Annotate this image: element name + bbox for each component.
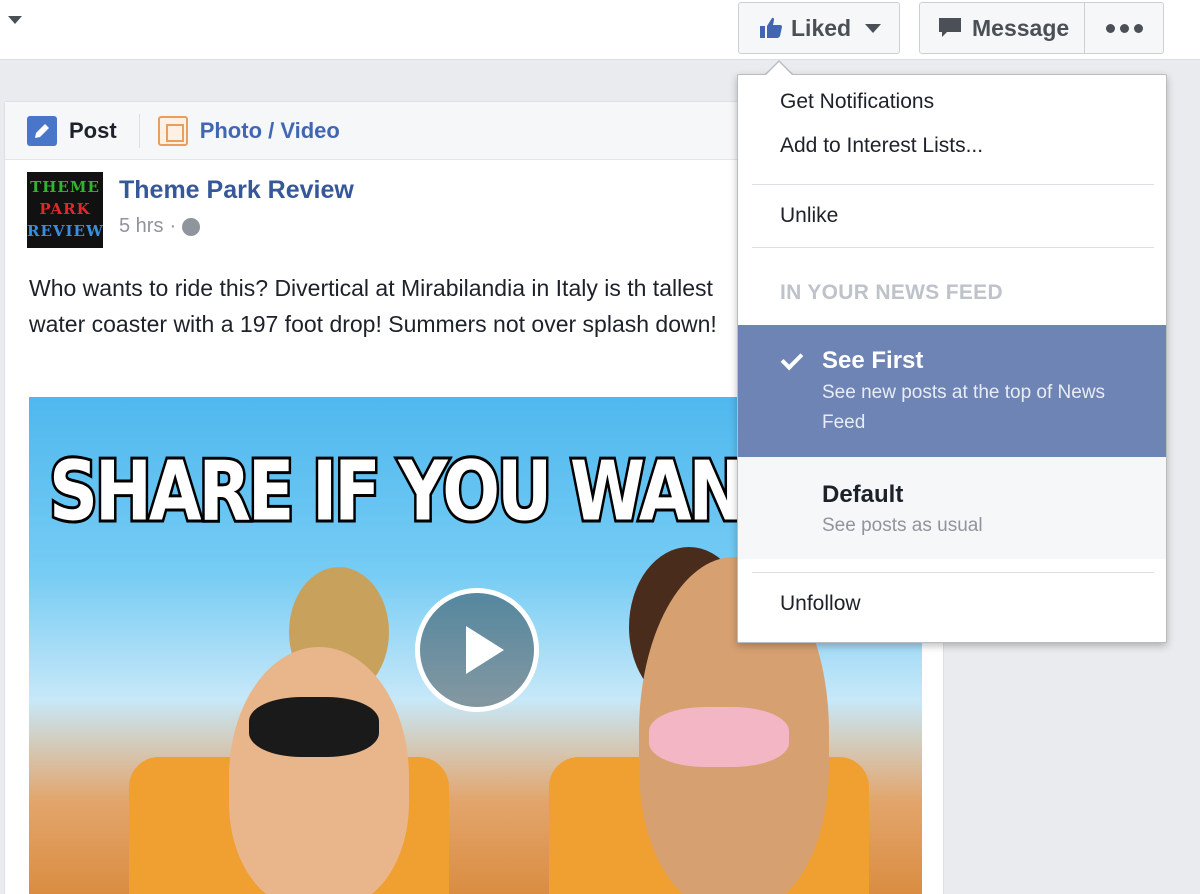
play-icon[interactable] <box>415 588 539 712</box>
menu-item-unfollow[interactable]: Unfollow <box>780 592 861 616</box>
option-description: See posts as usual <box>822 515 983 536</box>
chevron-down-icon[interactable] <box>8 16 22 24</box>
avatar[interactable]: THEME PARK REVIEW <box>27 172 103 248</box>
menu-divider <box>752 247 1154 248</box>
globe-icon[interactable] <box>182 217 201 236</box>
post-meta: 5 hrs · <box>119 215 354 238</box>
option-description: See new posts at the top of News Feed <box>822 382 1106 433</box>
author-info: Theme Park Review 5 hrs · <box>119 172 354 248</box>
profile-actions: Message <box>919 2 1164 54</box>
tab-post[interactable]: Post <box>27 115 117 146</box>
avatar-line: THEME <box>30 178 100 196</box>
avatar-line: PARK <box>39 200 91 218</box>
menu-option-default[interactable]: Default See posts as usual <box>738 457 1166 559</box>
option-title: Default <box>822 481 904 508</box>
photo-icon <box>157 115 188 146</box>
liked-button[interactable]: Liked <box>738 2 900 54</box>
pencil-icon <box>27 115 57 146</box>
more-dots-icon <box>1119 23 1129 33</box>
option-title: See First <box>822 347 924 374</box>
rider-swimwear <box>649 707 789 767</box>
tab-photo-video-label: Photo / Video <box>199 117 340 143</box>
menu-item-add-interest-lists[interactable]: Add to Interest Lists... <box>780 134 983 158</box>
menu-option-see-first[interactable]: See First See new posts at the top of Ne… <box>738 325 1166 457</box>
tab-post-label: Post <box>69 117 117 143</box>
author-name-link[interactable]: Theme Park Review <box>119 176 354 205</box>
checkmark-icon <box>780 347 804 371</box>
post-text: Who wants to ride this? Divertical at Mi… <box>29 275 717 337</box>
rider-left <box>229 647 409 894</box>
news-feed-section-header: IN YOUR NEWS FEED <box>780 281 1003 304</box>
message-icon <box>939 18 961 37</box>
liked-dropdown-menu: Get Notifications Add to Interest Lists.… <box>737 74 1167 643</box>
caret-down-icon <box>865 23 882 33</box>
avatar-line: REVIEW <box>27 222 103 240</box>
liked-label: Liked <box>791 14 852 41</box>
menu-item-get-notifications[interactable]: Get Notifications <box>780 90 934 114</box>
tab-photo-video[interactable]: Photo / Video <box>138 113 340 148</box>
message-button[interactable]: Message <box>920 3 1085 53</box>
menu-divider <box>752 572 1154 573</box>
post-author: THEME PARK REVIEW Theme Park Review 5 hr… <box>27 172 354 248</box>
post-timestamp[interactable]: 5 hrs <box>119 215 163 238</box>
more-dots-icon <box>1105 23 1115 33</box>
menu-divider <box>752 184 1154 185</box>
thumbs-up-icon <box>760 17 782 38</box>
more-options-button[interactable] <box>1085 3 1163 53</box>
menu-pointer-fill <box>766 62 792 75</box>
rider-swimwear <box>249 697 379 757</box>
more-dots-icon <box>1133 23 1143 33</box>
meta-separator: · <box>169 215 177 237</box>
message-label: Message <box>972 14 1070 41</box>
menu-item-unlike[interactable]: Unlike <box>780 204 838 228</box>
